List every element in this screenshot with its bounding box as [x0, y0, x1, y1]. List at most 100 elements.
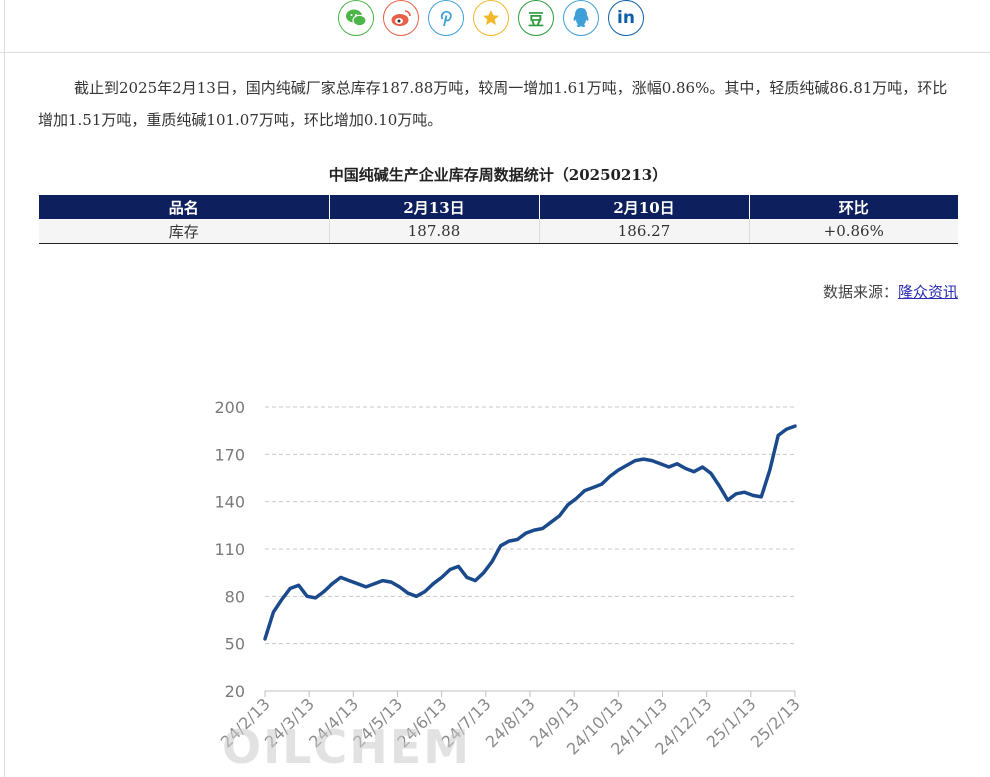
- watermark-logo: OILCHEM: [222, 720, 471, 774]
- data-point: [693, 471, 695, 473]
- data-point: [777, 434, 779, 436]
- data-point: [743, 491, 746, 493]
- data-point: [298, 584, 300, 586]
- y-tick-label: 20: [225, 682, 245, 701]
- article-paragraph: 截止到2025年2月13日，国内纯碱厂家总库存187.88万吨，较周一增加1.6…: [38, 79, 948, 129]
- data-point: [441, 576, 443, 578]
- data-point: [483, 572, 485, 574]
- data-point: [676, 463, 678, 465]
- data-point: [626, 464, 628, 466]
- header-product: 品名: [39, 195, 329, 219]
- data-point: [399, 586, 401, 588]
- qq-icon[interactable]: [563, 0, 599, 36]
- data-point: [710, 472, 712, 474]
- data-point: [617, 469, 619, 471]
- data-point: [500, 545, 502, 547]
- cell-feb13: 187.88: [328, 219, 539, 244]
- article-body: 截止到2025年2月13日，国内纯碱厂家总库存187.88万吨，较周一增加1.6…: [38, 72, 958, 136]
- data-point: [466, 576, 468, 578]
- share-icons: 豆 in: [338, 0, 644, 36]
- header-change: 环比: [748, 195, 958, 219]
- data-point: [592, 486, 594, 489]
- cell-change: +0.86%: [748, 219, 958, 244]
- source-label: 数据来源：: [822, 283, 898, 301]
- cell-product: 库存: [39, 219, 329, 244]
- linkedin-icon[interactable]: in: [608, 0, 644, 36]
- source-link[interactable]: 隆众资讯: [898, 283, 958, 301]
- data-point: [542, 527, 544, 530]
- data-point: [281, 598, 283, 601]
- data-point: [735, 493, 737, 495]
- data-point: [508, 540, 510, 542]
- data-point: [794, 425, 796, 427]
- data-point: [356, 583, 359, 585]
- data-point: [550, 521, 552, 523]
- data-point: [609, 475, 611, 477]
- data-point: [415, 595, 417, 597]
- douban-icon[interactable]: 豆: [518, 0, 554, 36]
- data-point: [701, 466, 704, 468]
- data-point: [340, 576, 342, 578]
- cell-feb10: 186.27: [538, 219, 749, 244]
- data-point: [407, 592, 409, 594]
- data-source: 数据来源：隆众资讯: [823, 281, 958, 302]
- data-point: [348, 580, 350, 582]
- data-point: [575, 497, 577, 500]
- data-point: [668, 466, 670, 468]
- inventory-series-line: [263, 424, 797, 641]
- header-feb13: 2月13日: [328, 195, 539, 219]
- data-point: [272, 611, 274, 613]
- data-point: [382, 580, 384, 582]
- data-point: [558, 515, 561, 517]
- y-tick-label: 50: [225, 635, 245, 654]
- y-tick-label: 80: [225, 587, 245, 606]
- data-point: [752, 494, 754, 496]
- table-row: 库存 187.88 186.27 +0.86%: [39, 219, 958, 244]
- data-point: [424, 591, 426, 593]
- data-point: [685, 467, 687, 470]
- inventory-table: 品名 2月13日 2月10日 环比 库存 187.88 186.27 +0.86…: [39, 195, 958, 244]
- wechat-icon[interactable]: [338, 0, 374, 36]
- data-point: [323, 591, 325, 593]
- data-point: [533, 529, 535, 531]
- data-point: [373, 583, 375, 585]
- table-title: 中国纯碱生产企业库存周数据统计（20250213）: [328, 166, 668, 184]
- y-tick-label: 200: [214, 398, 245, 417]
- header-feb10: 2月10日: [538, 195, 749, 219]
- data-point: [718, 485, 720, 487]
- data-point: [600, 483, 603, 485]
- data-point: [306, 595, 308, 597]
- share-bar: 豆 in: [0, 0, 990, 53]
- y-tick-label: 170: [214, 445, 245, 464]
- data-point: [584, 490, 586, 492]
- y-tick-label: 110: [214, 540, 245, 559]
- data-point: [567, 504, 569, 506]
- data-point: [727, 499, 729, 501]
- data-point: [365, 586, 367, 588]
- qzone-star-icon[interactable]: [473, 0, 509, 36]
- weibo-icon[interactable]: [383, 0, 419, 36]
- data-point: [457, 565, 460, 567]
- y-tick-label: 140: [214, 493, 245, 512]
- data-point: [491, 561, 493, 563]
- data-point: [634, 460, 636, 462]
- data-point: [786, 428, 788, 430]
- inventory-line-chart: 20508011014017020024/2/1324/3/1324/4/132…: [214, 398, 804, 774]
- data-point: [651, 460, 653, 462]
- data-point: [314, 597, 317, 599]
- x-tick-label: 25/2/13: [747, 694, 804, 751]
- data-point: [264, 638, 266, 640]
- data-point: [643, 458, 645, 460]
- table-header-row: 品名 2月13日 2月10日 环比: [39, 195, 958, 219]
- data-point: [390, 581, 392, 583]
- data-point: [760, 496, 762, 498]
- data-point: [474, 580, 476, 582]
- data-point: [659, 463, 662, 465]
- data-point: [769, 469, 771, 471]
- data-point: [525, 532, 527, 534]
- data-point: [449, 568, 451, 571]
- data-point: [331, 583, 333, 585]
- data-point: [516, 538, 519, 541]
- data-point: [289, 587, 291, 589]
- pinterest-icon[interactable]: [428, 0, 464, 36]
